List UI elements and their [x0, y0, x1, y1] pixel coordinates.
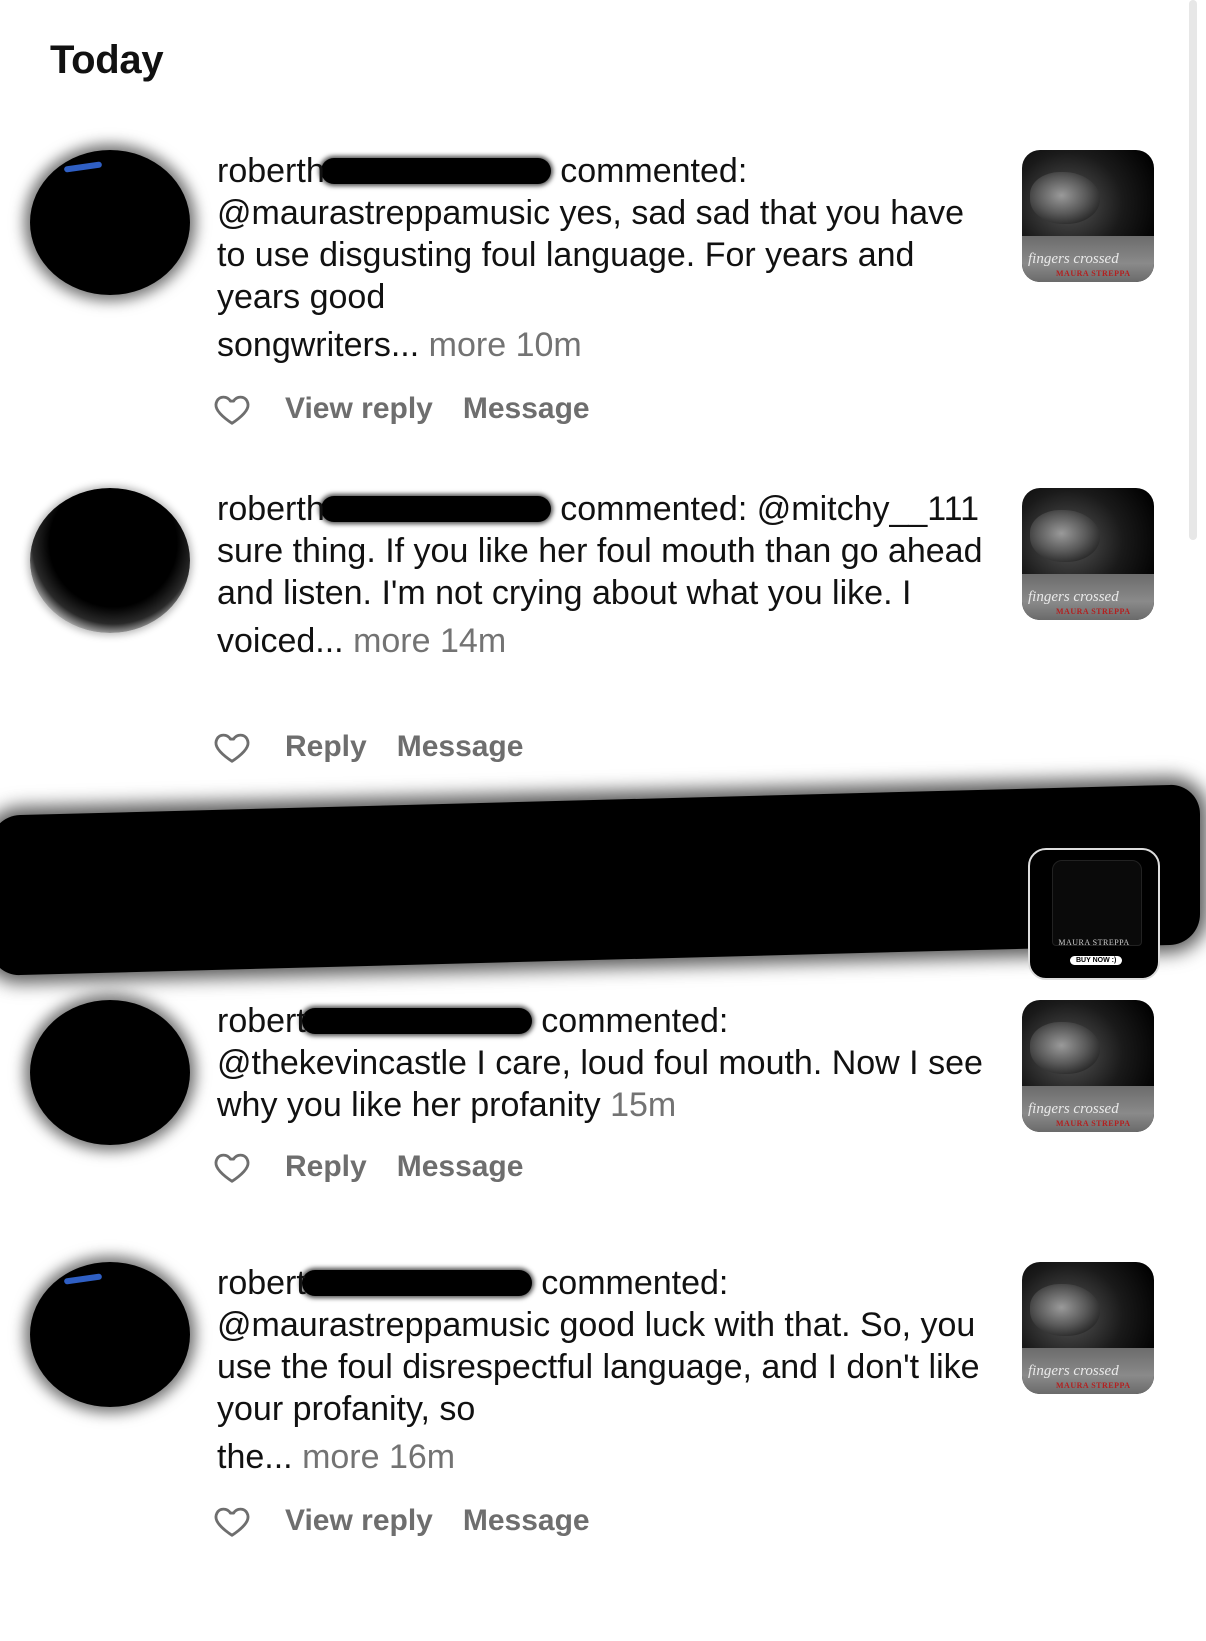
avatar[interactable]: [30, 1262, 190, 1407]
thumbnail-artist: MAURA STREPPA: [1056, 1381, 1131, 1390]
heart-icon[interactable]: [213, 728, 251, 766]
activity-label: commented:: [541, 1264, 729, 1302]
buy-now-label: BUY NOW :): [1070, 956, 1123, 965]
avatar-stripe: [63, 161, 103, 173]
cover-face: [1030, 1284, 1100, 1336]
comment-body: @maurastreppamusic yes, sad sad that you…: [217, 194, 965, 316]
username[interactable]: robert: [217, 1002, 306, 1040]
thumbnail-title: fingers crossed: [1028, 1101, 1119, 1117]
post-thumbnail[interactable]: fingers crossed MAURA STREPPA: [1022, 150, 1154, 282]
message-button[interactable]: Message: [463, 392, 590, 426]
comment-body: @thekevincastle I care, loud foul mouth.…: [217, 1044, 983, 1124]
comment-tail: the...: [217, 1438, 293, 1476]
username[interactable]: roberth: [217, 490, 325, 528]
thumbnail-title: fingers crossed: [1028, 251, 1119, 267]
thumbnail-artist: MAURA STREPPA: [1056, 269, 1131, 278]
heart-icon[interactable]: [213, 390, 251, 428]
comment-tail: voiced...: [217, 622, 344, 660]
reply-button[interactable]: Reply: [285, 1150, 367, 1184]
avatar[interactable]: [30, 150, 190, 295]
avatar[interactable]: [30, 1000, 190, 1145]
comment-tail: songwriters...: [217, 326, 420, 364]
comment-text[interactable]: robert commented: @thekevincastle I care…: [217, 1000, 987, 1126]
redaction-mark: [301, 1008, 532, 1034]
username[interactable]: roberth: [217, 152, 325, 190]
cover-face: [1030, 172, 1100, 224]
action-row: Reply Message: [213, 728, 553, 766]
post-thumbnail[interactable]: fingers crossed MAURA STREPPA: [1022, 1000, 1154, 1132]
view-reply-button[interactable]: View reply: [285, 1504, 433, 1538]
scrollbar[interactable]: [1189, 0, 1197, 540]
reply-button[interactable]: Reply: [285, 730, 367, 764]
message-button[interactable]: Message: [397, 1150, 524, 1184]
heart-icon[interactable]: [213, 1148, 251, 1186]
comment-text[interactable]: roberth commented: @mitchy__111 sure thi…: [217, 488, 987, 662]
username[interactable]: robert: [217, 1264, 306, 1302]
comment-text[interactable]: robert commented: @maurastreppamusic goo…: [217, 1262, 987, 1478]
cover-face: [1030, 510, 1100, 562]
message-button[interactable]: Message: [397, 730, 524, 764]
timestamp: 15m: [610, 1086, 677, 1124]
thumbnail-title: fingers crossed: [1028, 589, 1119, 605]
action-row: View reply Message: [213, 1502, 620, 1540]
activity-label: commented:: [541, 1002, 729, 1040]
activity-label: commented:: [560, 490, 748, 528]
cover-face: [1030, 1022, 1100, 1074]
timestamp: 16m: [388, 1438, 456, 1476]
comment-text[interactable]: roberth commented: @maurastreppamusic ye…: [217, 150, 987, 366]
avatar-stripe: [63, 1273, 103, 1285]
redaction-mark: [320, 496, 551, 522]
message-button[interactable]: Message: [463, 1504, 590, 1538]
timestamp: 10m: [515, 326, 582, 364]
action-row: Reply Message: [213, 1148, 553, 1186]
post-thumbnail[interactable]: fingers crossed MAURA STREPPA: [1022, 1262, 1154, 1394]
redacted-notification: [0, 784, 1200, 976]
redaction-mark: [320, 158, 551, 184]
merch-artist: MAURA STREPPA: [1058, 938, 1130, 947]
redaction-mark: [301, 1270, 532, 1296]
activity-label: commented:: [560, 152, 748, 190]
avatar[interactable]: [30, 488, 190, 633]
post-thumbnail[interactable]: fingers crossed MAURA STREPPA: [1022, 488, 1154, 620]
tshirt-icon: [1052, 860, 1142, 946]
thumbnail-artist: MAURA STREPPA: [1056, 1119, 1131, 1128]
more-link[interactable]: more: [429, 326, 506, 364]
action-row: View reply Message: [213, 390, 620, 428]
heart-icon[interactable]: [213, 1502, 251, 1540]
merch-thumbnail[interactable]: MAURA STREPPA BUY NOW :): [1028, 848, 1160, 980]
timestamp: 14m: [440, 622, 507, 660]
thumbnail-title: fingers crossed: [1028, 1363, 1119, 1379]
more-link[interactable]: more: [353, 622, 430, 660]
thumbnail-artist: MAURA STREPPA: [1056, 607, 1131, 616]
comment-body: @maurastreppamusic good luck with that. …: [217, 1306, 980, 1428]
more-link[interactable]: more: [302, 1438, 379, 1476]
section-title: Today: [50, 38, 164, 82]
view-reply-button[interactable]: View reply: [285, 392, 433, 426]
